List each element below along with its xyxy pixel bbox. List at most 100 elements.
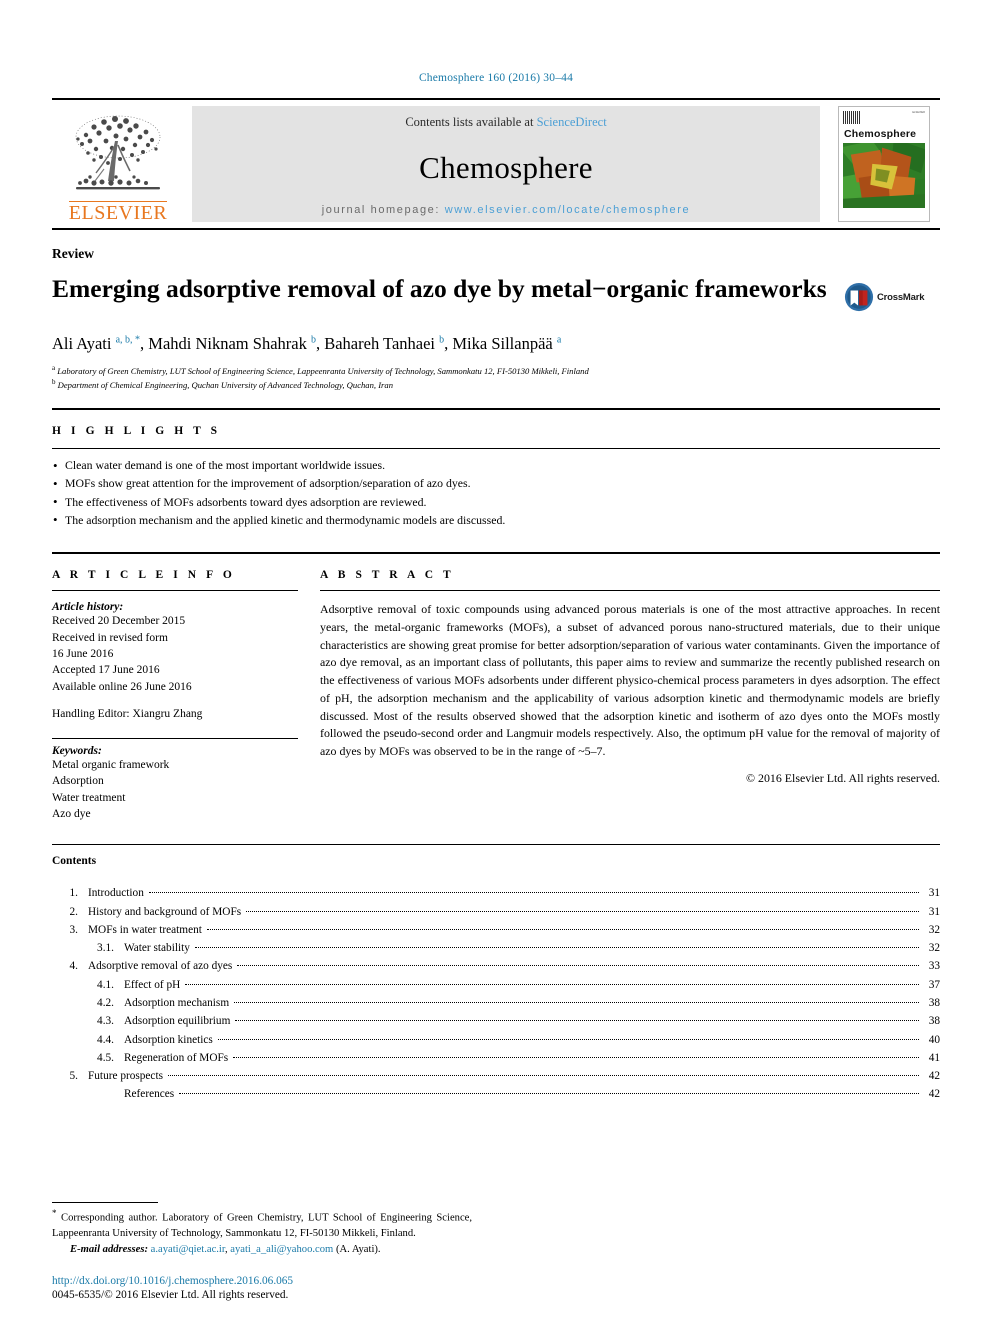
journal-cover-block: ELSEVIER Chemosphere	[828, 100, 940, 228]
page-title: Emerging adsorptive removal of azo dye b…	[52, 274, 827, 303]
info-abstract-section: A R T I C L E I N F O A B S T R A C T Ar…	[52, 552, 940, 822]
toc-number: 4.3.	[97, 1015, 114, 1028]
doi-link[interactable]: http://dx.doi.org/10.1016/j.chemosphere.…	[52, 1275, 293, 1287]
article-info-label: A R T I C L E I N F O	[52, 569, 236, 582]
journal-masthead: ELSEVIER Contents lists available at Sci…	[52, 98, 940, 230]
toc-label[interactable]: Adsorption equilibrium	[124, 1012, 235, 1030]
toc-page: 31	[928, 887, 940, 900]
toc-label[interactable]: History and background of MOFs	[88, 903, 246, 921]
toc-page: 41	[928, 1051, 940, 1064]
article-history-item: Accepted 17 June 2016	[52, 664, 160, 677]
toc-label[interactable]: Adsorption mechanism	[124, 994, 234, 1012]
email-link-primary[interactable]: a.ayati@qiet.ac.ir	[151, 1244, 225, 1255]
author-item: Mika Sillanpää a	[452, 334, 561, 353]
elsevier-wordmark: ELSEVIER	[68, 201, 168, 224]
toc-number: 4.4.	[97, 1033, 114, 1046]
author-marks: a	[556, 334, 562, 346]
toc-row[interactable]: References 42	[52, 1085, 940, 1103]
toc-row[interactable]: 4.1. Effect of pH 37	[52, 976, 940, 994]
toc-number: 4.5.	[97, 1051, 114, 1064]
crossmark-label: CrossMark	[877, 291, 925, 303]
article-info-column: Article history: Received 20 December 20…	[52, 601, 298, 822]
toc-leader	[234, 1001, 919, 1003]
toc-leader	[179, 1093, 919, 1095]
toc-leader	[235, 1020, 919, 1022]
toc-row[interactable]: 4. Adsorptive removal of azo dyes 33	[52, 957, 940, 975]
keyword-item: Azo dye	[52, 807, 91, 820]
crossmark-badge-icon	[844, 282, 874, 312]
toc-page: 42	[928, 1070, 940, 1083]
affiliation-text: Laboratory of Green Chemistry, LUT Schoo…	[57, 365, 589, 376]
affiliation-list: a Laboratory of Green Chemistry, LUT Sch…	[52, 363, 940, 393]
crossmark-badge[interactable]: CrossMark	[844, 282, 940, 312]
toc-number: 3.	[69, 923, 78, 936]
info-abstract-columns: Article history: Received 20 December 20…	[52, 591, 940, 822]
running-head: Chemosphere 160 (2016) 30–44	[418, 72, 574, 84]
toc-row[interactable]: 4.2. Adsorption mechanism 38	[52, 994, 940, 1012]
author-item: Ali Ayati a, b, *	[52, 334, 140, 353]
toc-row[interactable]: 2. History and background of MOFs 31	[52, 903, 940, 921]
contents-available-prefix: Contents lists available at	[405, 115, 537, 129]
email-label: E-mail addresses:	[70, 1244, 148, 1255]
author-list: Ali Ayati a, b, *, Mahdi Niknam Shahrak …	[52, 334, 562, 354]
footnote-rule	[52, 1201, 158, 1203]
toc-label[interactable]: Effect of pH	[124, 976, 185, 994]
table-of-contents: 1. Introduction 31 2. History and backgroun…	[52, 884, 940, 1104]
toc-row[interactable]: 3. MOFs in water treatment 32	[52, 921, 940, 939]
sciencedirect-link[interactable]: ScienceDirect	[537, 115, 607, 129]
cover-top-row: ELSEVIER	[843, 111, 925, 127]
toc-label[interactable]: Regeneration of MOFs	[124, 1049, 233, 1067]
doi-block: http://dx.doi.org/10.1016/j.chemosphere.…	[52, 1275, 293, 1301]
journal-homepage-line: journal homepage: www.elsevier.com/locat…	[322, 204, 691, 216]
email-owner: (A. Ayati).	[335, 1244, 381, 1255]
toc-leader	[233, 1056, 919, 1058]
toc-number: 4.1.	[97, 978, 114, 991]
toc-row[interactable]: 3.1. Water stability 32	[52, 939, 940, 957]
toc-label[interactable]: MOFs in water treatment	[88, 921, 207, 939]
email-link-secondary[interactable]: ayati_a_ali@yahoo.com	[230, 1244, 333, 1255]
toc-label[interactable]: Adsorptive removal of azo dyes	[88, 957, 237, 975]
toc-number: 4.	[69, 960, 78, 973]
article-history-item: Received in revised form	[52, 631, 168, 644]
toc-row[interactable]: 4.4. Adsorption kinetics 40	[52, 1031, 940, 1049]
toc-leader	[206, 928, 919, 930]
keyword-item: Adsorption	[52, 775, 104, 788]
affiliation-text: Department of Chemical Engineering, Quch…	[57, 380, 393, 391]
email-note: E-mail addresses: a.ayati@qiet.ac.ir, ay…	[70, 1244, 381, 1255]
toc-label[interactable]: Adsorption kinetics	[124, 1031, 218, 1049]
toc-row[interactable]: 4.3. Adsorption equilibrium 38	[52, 1012, 940, 1030]
cover-journal-title: Chemosphere	[844, 128, 917, 140]
toc-leader	[246, 910, 919, 912]
affiliation-item: a Laboratory of Green Chemistry, LUT Sch…	[52, 363, 940, 378]
elsevier-logo-block: ELSEVIER	[52, 100, 184, 228]
toc-page: 40	[928, 1033, 940, 1046]
toc-page: 38	[928, 1015, 940, 1028]
article-history-title: Article history:	[52, 601, 124, 614]
cover-corner-text: ELSEVIER	[912, 111, 925, 114]
toc-label[interactable]: References	[124, 1085, 179, 1103]
highlights-section: H I G H L I G H T S Clean water demand i…	[52, 408, 940, 538]
journal-homepage-link[interactable]: www.elsevier.com/locate/chemosphere	[445, 204, 691, 216]
toc-row[interactable]: 5. Future prospects 42	[52, 1067, 940, 1085]
article-info-header: A R T I C L E I N F O	[52, 565, 298, 583]
toc-label[interactable]: Water stability	[124, 939, 195, 957]
toc-leader	[168, 1075, 919, 1077]
toc-row[interactable]: 4.5. Regeneration of MOFs 41	[52, 1049, 940, 1067]
sciencedirect-banner: Contents lists available at ScienceDirec…	[192, 106, 820, 222]
footnote-block: * Corresponding author. Laboratory of Gr…	[52, 1201, 472, 1255]
barcode-icon	[843, 111, 860, 124]
toc-number: 4.2.	[97, 996, 114, 1009]
highlights-header: H I G H L I G H T S	[52, 410, 940, 448]
affiliation-mark: b	[52, 378, 56, 387]
toc-row[interactable]: 1. Introduction 31	[52, 884, 940, 902]
toc-page: 32	[928, 923, 940, 936]
highlight-item: Clean water demand is one of the most im…	[52, 456, 940, 476]
author-item: Bahareh Tanhaei b	[324, 334, 444, 353]
toc-leader	[217, 1038, 919, 1040]
toc-label[interactable]: Future prospects	[88, 1067, 168, 1085]
toc-label[interactable]: Introduction	[88, 884, 149, 902]
toc-number: 5.	[69, 1070, 78, 1083]
abstract-copyright: © 2016 Elsevier Ltd. All rights reserved…	[746, 770, 940, 785]
cover-photo	[843, 143, 925, 208]
toc-page: 33	[928, 960, 940, 973]
